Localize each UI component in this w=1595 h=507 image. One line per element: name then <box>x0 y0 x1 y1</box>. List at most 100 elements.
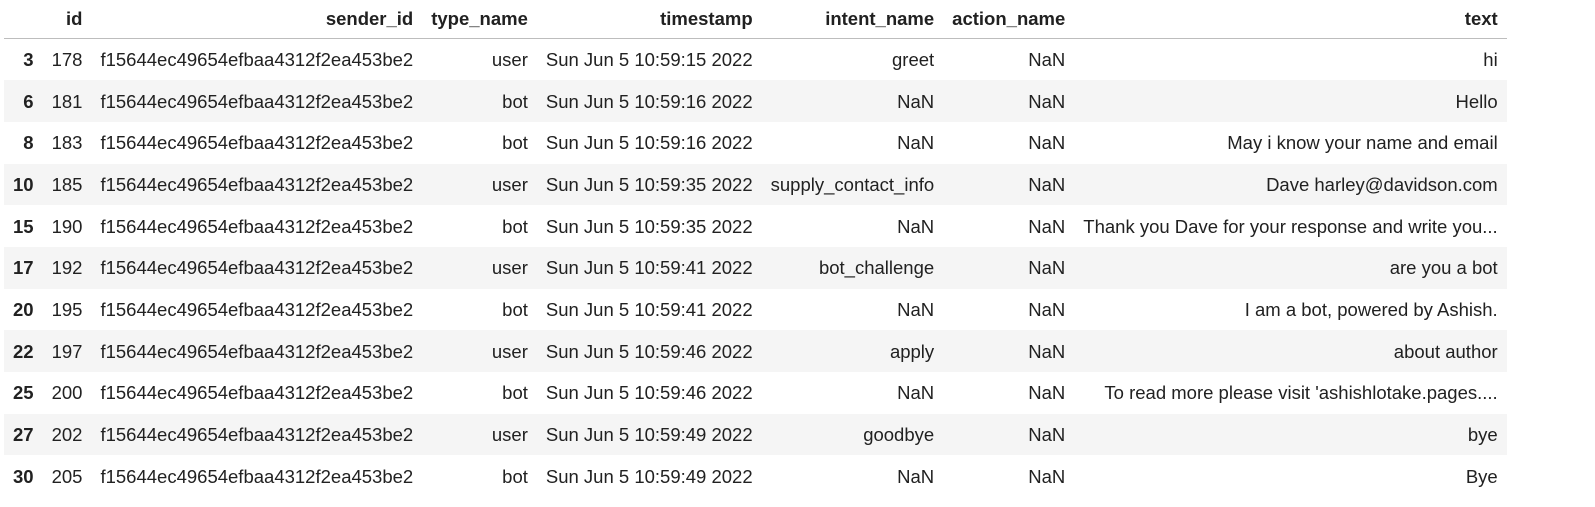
cell-intent-name: NaN <box>897 298 935 320</box>
cell-timestamp: Sun Jun 5 10:59:49 2022 <box>545 465 753 487</box>
cell-intent-name: NaN <box>897 465 935 487</box>
cell-type-name: bot <box>502 465 528 487</box>
header-type-name: type_name <box>422 0 537 39</box>
cell-timestamp: Sun Jun 5 10:59:41 2022 <box>545 298 753 320</box>
row-index: 27 <box>13 424 34 446</box>
cell-action-name: NaN <box>1028 298 1066 320</box>
cell-intent-name: NaN <box>897 215 935 237</box>
cell-text: Bye <box>1465 465 1498 487</box>
header-sender-id: sender_id <box>91 0 423 39</box>
cell-text: bye <box>1467 424 1498 446</box>
table-row: 27 202 f15644ec49654efbaa4312f2ea453be2 use… <box>4 413 1507 456</box>
row-index: 22 <box>13 340 34 362</box>
cell-type-name: user <box>491 424 528 446</box>
cell-id: 178 <box>51 49 83 71</box>
cell-timestamp: Sun Jun 5 10:59:15 2022 <box>545 49 753 71</box>
cell-text: May i know your name and email <box>1227 132 1498 154</box>
cell-intent-name: supply_contact_info <box>770 173 935 195</box>
cell-intent-name: bot_challenge <box>818 257 935 279</box>
cell-type-name: bot <box>502 90 528 112</box>
table-row: 25 200 f15644ec49654efbaa4312f2ea453be2 bot… <box>4 372 1507 414</box>
cell-id: 202 <box>51 424 83 446</box>
cell-type-name: user <box>491 340 528 362</box>
cell-sender-id: f15644ec49654efbaa4312f2ea453be2 <box>100 132 414 154</box>
cell-intent-name: NaN <box>897 382 935 404</box>
row-index: 25 <box>13 382 34 404</box>
cell-type-name: bot <box>502 382 528 404</box>
cell-action-name: NaN <box>1028 215 1066 237</box>
cell-type-name: user <box>491 173 528 195</box>
cell-sender-id: f15644ec49654efbaa4312f2ea453be2 <box>100 465 414 487</box>
cell-intent-name: goodbye <box>863 424 935 446</box>
cell-timestamp: Sun Jun 5 10:59:46 2022 <box>545 340 753 362</box>
cell-sender-id: f15644ec49654efbaa4312f2ea453be2 <box>100 215 414 237</box>
cell-action-name: NaN <box>1028 173 1066 195</box>
cell-type-name: bot <box>502 298 528 320</box>
cell-id: 195 <box>51 298 83 320</box>
table-header: id sender_id type_name timestamp intent_… <box>4 0 1507 39</box>
cell-action-name: NaN <box>1028 382 1066 404</box>
cell-timestamp: Sun Jun 5 10:59:35 2022 <box>545 173 753 195</box>
row-index: 8 <box>23 132 34 154</box>
table-row: 8 183 f15644ec49654efbaa4312f2ea453be2 bot S… <box>4 122 1507 164</box>
row-index: 15 <box>13 215 34 237</box>
cell-action-name: NaN <box>1028 257 1066 279</box>
cell-action-name: NaN <box>1028 90 1066 112</box>
cell-timestamp: Sun Jun 5 10:59:35 2022 <box>545 215 753 237</box>
cell-intent-name: NaN <box>897 90 935 112</box>
cell-sender-id: f15644ec49654efbaa4312f2ea453be2 <box>100 382 414 404</box>
cell-action-name: NaN <box>1028 132 1066 154</box>
cell-sender-id: f15644ec49654efbaa4312f2ea453be2 <box>100 49 414 71</box>
cell-timestamp: Sun Jun 5 10:59:16 2022 <box>545 90 753 112</box>
cell-text: hi <box>1483 49 1498 71</box>
cell-sender-id: f15644ec49654efbaa4312f2ea453be2 <box>100 173 414 195</box>
header-intent-name: intent_name <box>761 0 944 39</box>
cell-text: Hello <box>1455 90 1498 112</box>
table-row: 30 205 f15644ec49654efbaa4312f2ea453be2 bot… <box>4 455 1507 497</box>
cell-text: about author <box>1393 340 1498 362</box>
cell-id: 185 <box>51 173 83 195</box>
cell-id: 197 <box>51 340 83 362</box>
row-index: 3 <box>23 49 34 71</box>
cell-sender-id: f15644ec49654efbaa4312f2ea453be2 <box>100 298 414 320</box>
row-index: 20 <box>13 298 34 320</box>
cell-intent-name: NaN <box>897 132 935 154</box>
cell-sender-id: f15644ec49654efbaa4312f2ea453be2 <box>100 340 414 362</box>
table-row: 20 195 f15644ec49654efbaa4312f2ea453be2 bot… <box>4 289 1507 331</box>
cell-timestamp: Sun Jun 5 10:59:46 2022 <box>545 382 753 404</box>
table-row: 3 178 f15644ec49654efbaa4312f2ea453be2 user… <box>4 39 1507 81</box>
cell-text: I am a bot, powered by Ashish. <box>1244 298 1498 320</box>
cell-action-name: NaN <box>1028 465 1066 487</box>
cell-action-name: NaN <box>1028 49 1066 71</box>
header-timestamp: timestamp <box>536 0 762 39</box>
table-row: 6 181 f15644ec49654efbaa4312f2ea453be2 bot S… <box>4 80 1507 122</box>
cell-text: Dave harley@davidson.com <box>1266 173 1498 195</box>
header-action-name: action_name <box>943 0 1075 39</box>
cell-id: 200 <box>51 382 83 404</box>
row-index: 17 <box>13 257 34 279</box>
cell-sender-id: f15644ec49654efbaa4312f2ea453be2 <box>100 424 414 446</box>
cell-text: are you a bot <box>1389 257 1498 279</box>
header-id: id <box>42 0 92 39</box>
cell-text: Thank you Dave for your response and wri… <box>1083 215 1498 237</box>
cell-type-name: bot <box>502 215 528 237</box>
table-row: 22 197 f15644ec49654efbaa4312f2ea453be2 use… <box>4 330 1507 372</box>
cell-sender-id: f15644ec49654efbaa4312f2ea453be2 <box>100 257 414 279</box>
cell-text: To read more please visit 'ashishlotake.… <box>1104 382 1498 404</box>
cell-id: 183 <box>51 132 83 154</box>
cell-type-name: user <box>491 257 528 279</box>
dataframe-table: id sender_id type_name timestamp intent_… <box>4 0 1507 497</box>
table-row: 15 190 f15644ec49654efbaa4312f2ea453be2 bot… <box>4 205 1507 247</box>
row-index: 30 <box>13 465 34 487</box>
cell-id: 190 <box>51 215 83 237</box>
header-text: text <box>1074 0 1507 39</box>
table-row: 10 185 f15644ec49654efbaa4312f2ea453be2 use… <box>4 163 1507 206</box>
cell-timestamp: Sun Jun 5 10:59:16 2022 <box>545 132 753 154</box>
cell-intent-name: greet <box>892 49 935 71</box>
cell-action-name: NaN <box>1028 340 1066 362</box>
table-row: 17 192 f15644ec49654efbaa4312f2ea453be2 use… <box>4 246 1507 289</box>
cell-id: 181 <box>51 90 83 112</box>
row-index: 6 <box>23 90 34 112</box>
cell-id: 205 <box>51 465 83 487</box>
cell-timestamp: Sun Jun 5 10:59:49 2022 <box>545 424 753 446</box>
